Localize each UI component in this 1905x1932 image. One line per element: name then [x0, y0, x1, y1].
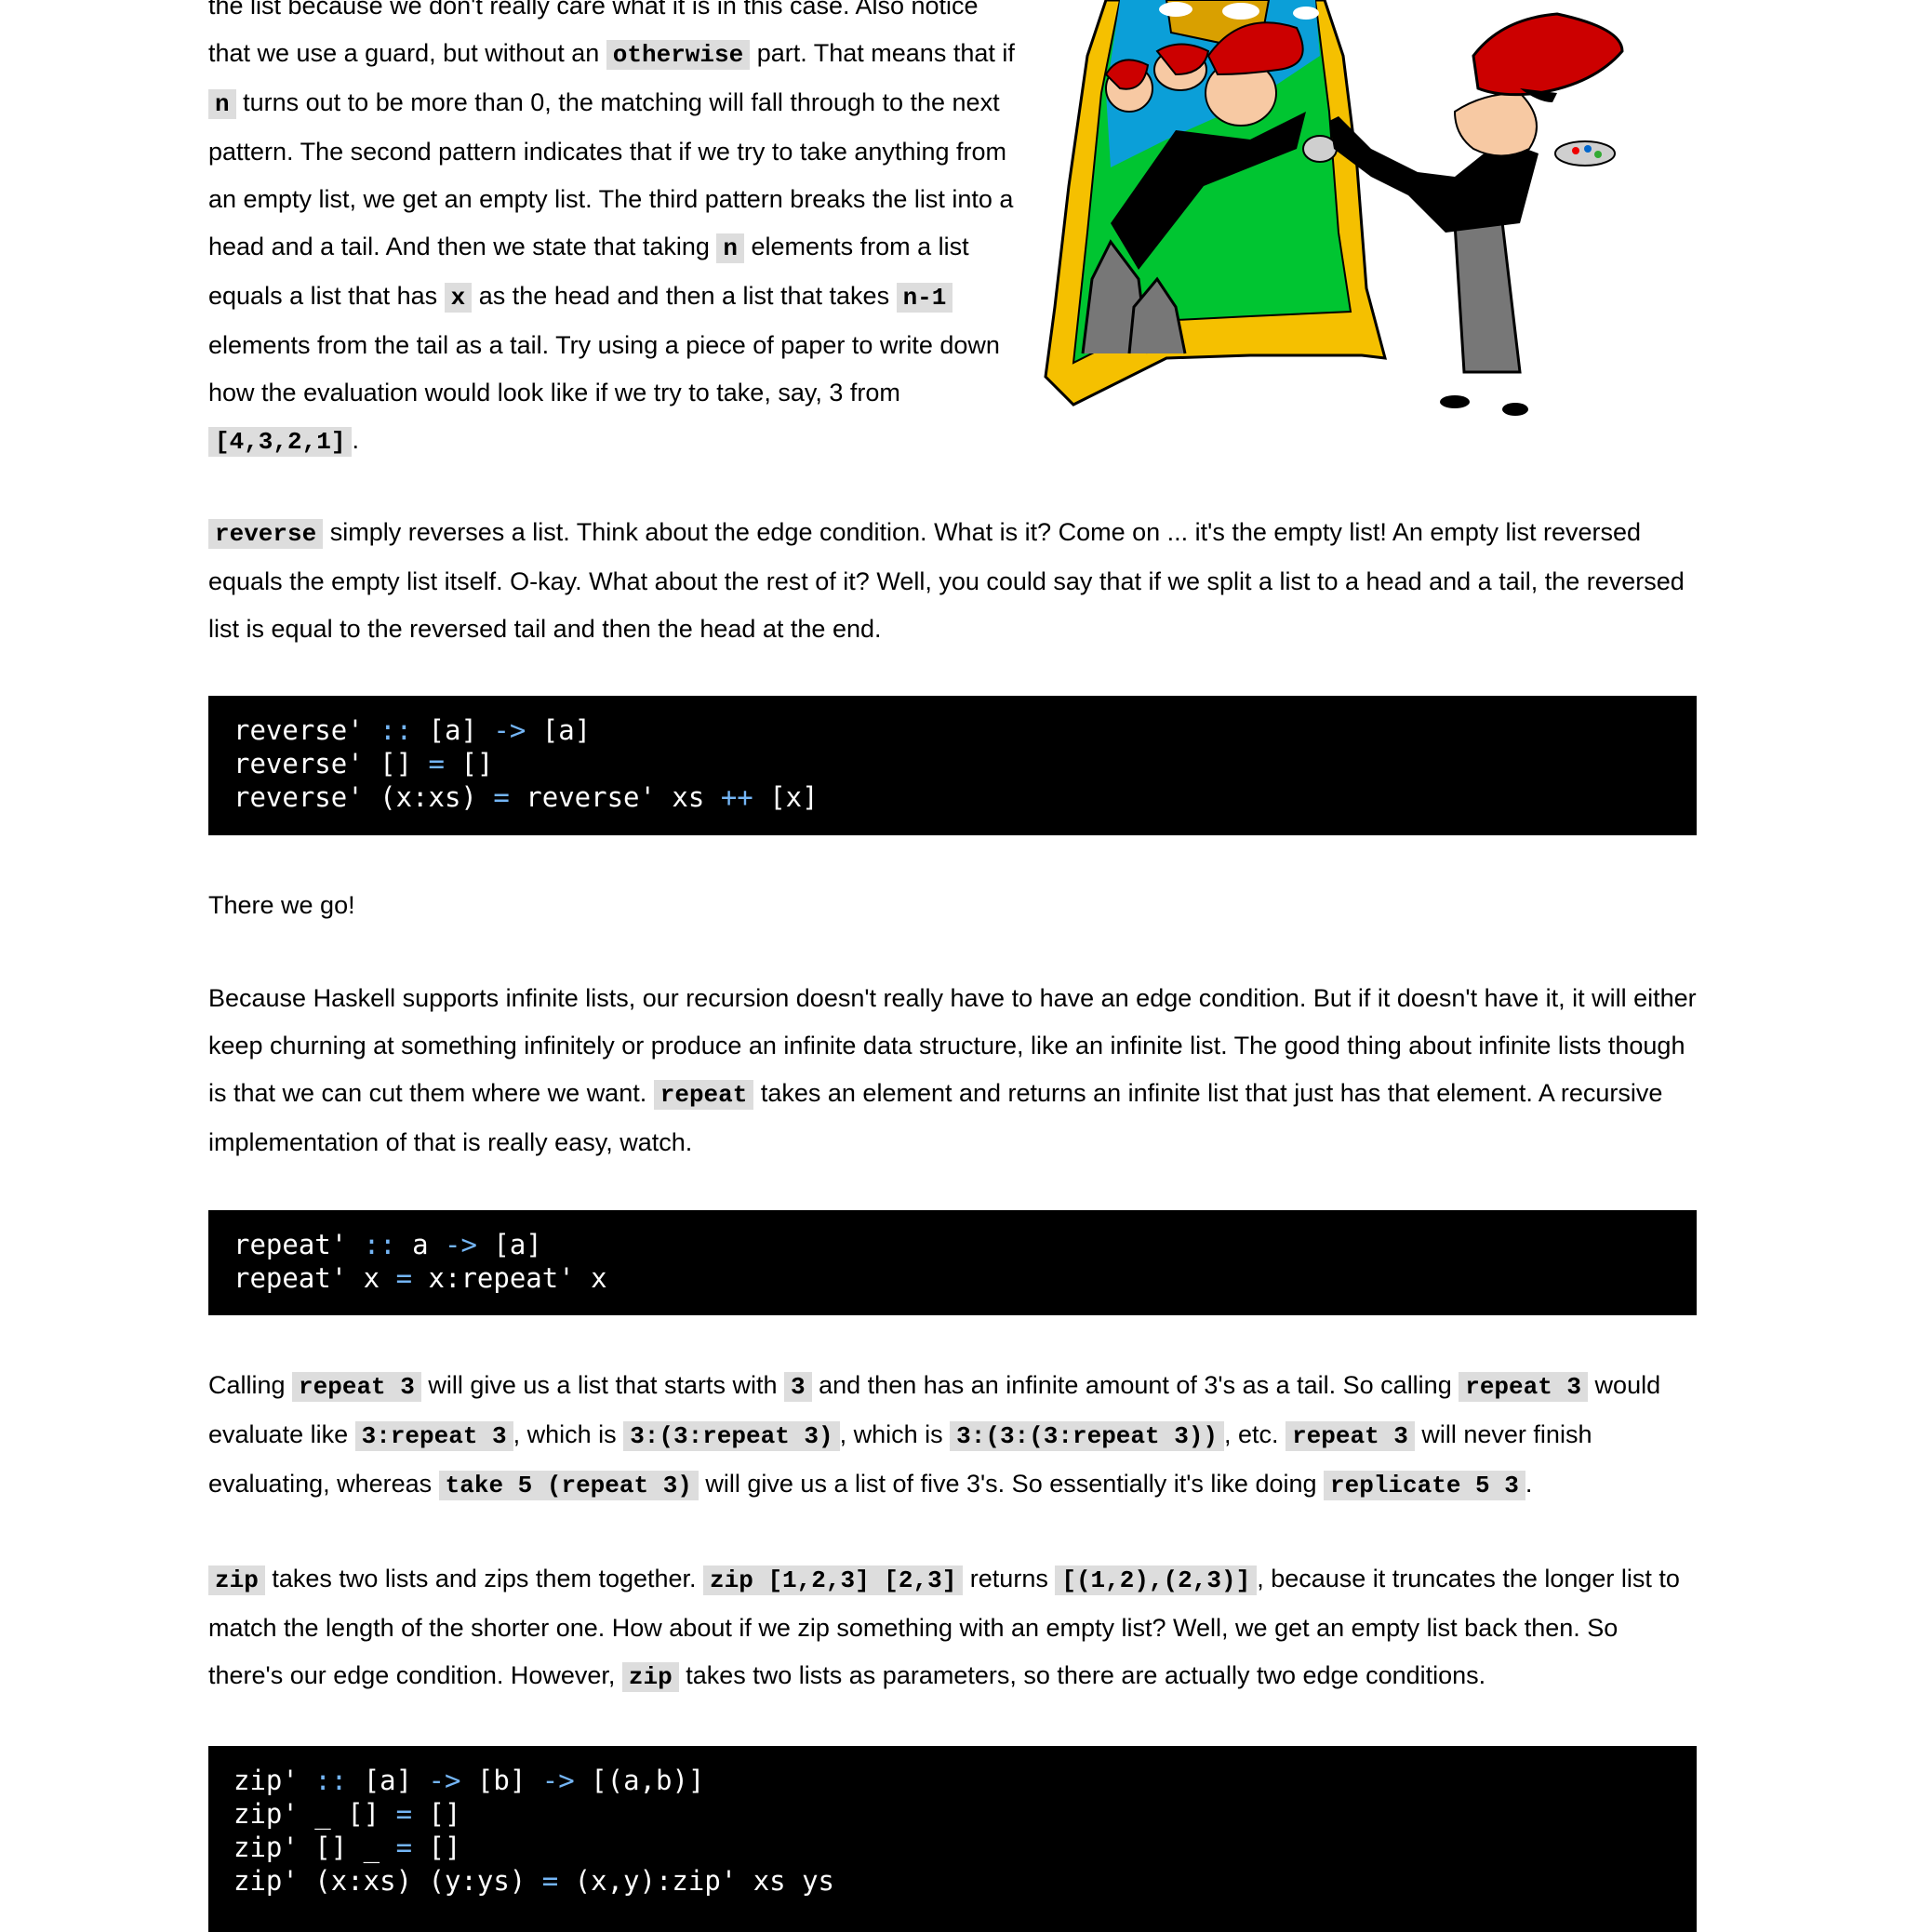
code-line: zip' [] _ = [] [233, 1832, 461, 1863]
paragraph-infinite-lists: Because Haskell supports infinite lists,… [208, 975, 1697, 1166]
inline-code: zip [1,2,3] [2,3] [703, 1566, 964, 1595]
text-run: , which is [839, 1420, 951, 1448]
text-run: will give us a list of five 3's. So esse… [698, 1470, 1325, 1498]
text-run: , etc. [1224, 1420, 1286, 1448]
text-run: elements from the tail as a tail. Try us… [208, 331, 1000, 406]
inline-code: 3:(3:(3:repeat 3)) [950, 1421, 1225, 1451]
text-run: simply reverses a list. Think about the … [208, 518, 1685, 643]
text-run: as the head and then a list that takes [472, 282, 897, 310]
code-block-repeat: repeat' :: a -> [a] repeat' x = x:repeat… [208, 1210, 1697, 1315]
code-line: zip' _ [] = [] [233, 1798, 461, 1830]
inline-code: take 5 (repeat 3) [438, 1471, 699, 1500]
text-run: . [1525, 1470, 1533, 1498]
code-line: reverse' (x:xs) = reverse' xs ++ [x] [233, 781, 819, 813]
text-run: part. That means that if [750, 39, 1015, 67]
inline-code: 3:repeat 3 [354, 1421, 513, 1451]
inline-code: n-1 [896, 283, 953, 313]
code-line: reverse' [] = [] [233, 748, 494, 779]
code-block-reverse: reverse' :: [a] -> [a] reverse' [] = [] … [208, 696, 1697, 835]
paragraph-calling-repeat: Calling repeat 3 will give us a list tha… [208, 1362, 1697, 1510]
recursive-painter-illustration [1044, 0, 1624, 416]
code-line: zip' :: [a] -> [b] -> [(a,b)] [233, 1765, 705, 1796]
text-run: and then has an infinite amount of 3's a… [811, 1371, 1459, 1399]
paragraph-there-we-go: There we go! [208, 891, 355, 919]
text-run: will give us a list that starts with [420, 1371, 785, 1399]
paragraph-zip: zip takes two lists and zips them togeth… [208, 1555, 1697, 1701]
inline-code: repeat 3 [1286, 1421, 1415, 1451]
text-run: takes two lists as parameters, so there … [678, 1661, 1486, 1689]
paragraph-take-explanation: the list because we don't really care wh… [208, 0, 1018, 466]
text-run: takes two lists and zips them together. [264, 1565, 704, 1592]
text-run: , which is [513, 1420, 624, 1448]
code-line: repeat' :: a -> [a] [233, 1229, 542, 1260]
inline-code: x [444, 283, 473, 313]
inline-code: 3:(3:repeat 3) [623, 1421, 840, 1451]
inline-code: zip [208, 1566, 265, 1595]
code-block-zip: zip' :: [a] -> [b] -> [(a,b)] zip' _ [] … [208, 1746, 1697, 1932]
inline-code: 3 [784, 1372, 812, 1402]
inline-code: zip [621, 1662, 679, 1692]
paragraph-reverse: reverse simply reverses a list. Think ab… [208, 509, 1697, 653]
inline-code: reverse [208, 519, 324, 549]
inline-code: replicate 5 3 [1324, 1471, 1525, 1500]
text-run: . [352, 426, 359, 454]
inline-code: n [208, 89, 236, 119]
code-line: repeat' x = x:repeat' x [233, 1262, 607, 1294]
code-line: reverse' :: [a] -> [a] [233, 714, 592, 746]
text-run: returns [963, 1565, 1056, 1592]
text-run: Calling [208, 1371, 293, 1399]
inline-code: repeat 3 [292, 1372, 421, 1402]
inline-code: repeat 3 [1459, 1372, 1589, 1402]
inline-code: repeat [653, 1080, 754, 1110]
inline-code: otherwise [606, 40, 751, 70]
inline-code: [(1,2),(2,3)] [1055, 1566, 1258, 1595]
inline-code: n [716, 233, 745, 263]
code-line: zip' (x:xs) (y:ys) = (x,y):zip' xs ys [233, 1865, 835, 1897]
inline-code: [4,3,2,1] [208, 427, 353, 457]
